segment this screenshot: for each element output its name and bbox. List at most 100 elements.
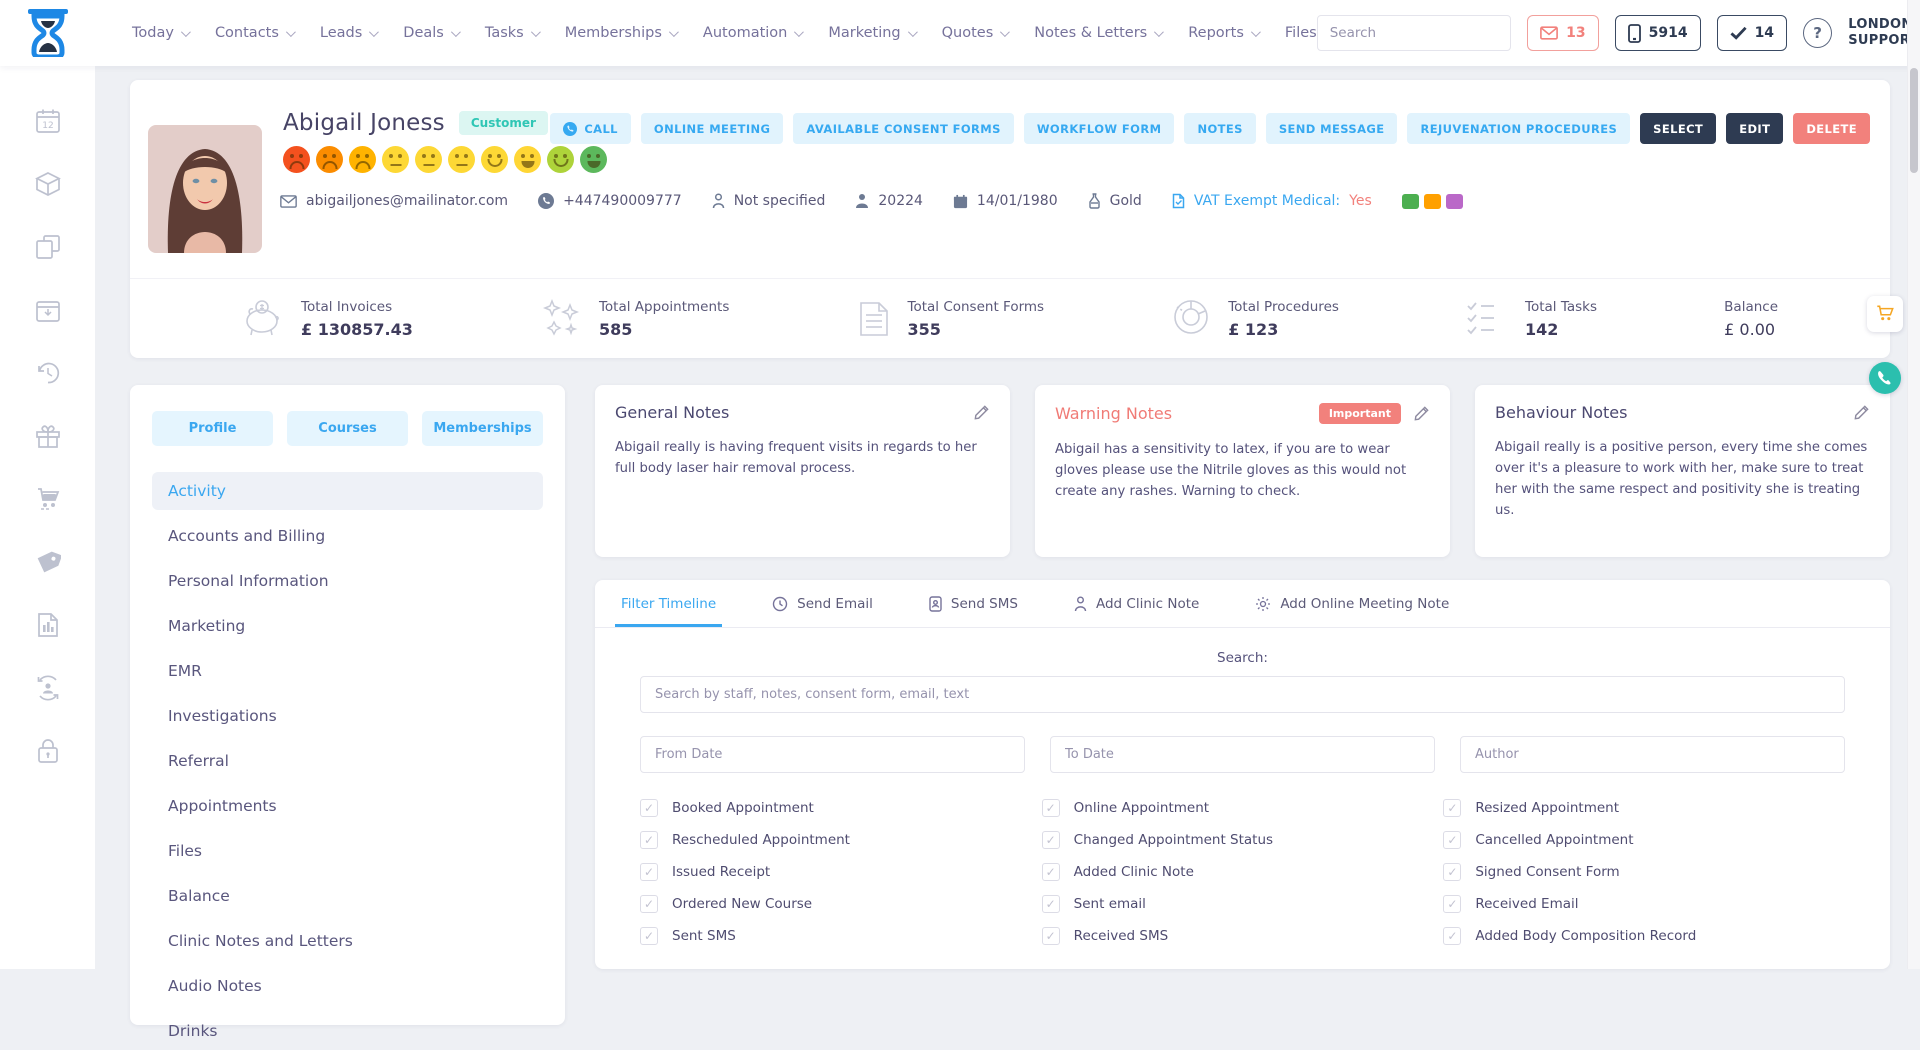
checkbox-checked[interactable] — [1443, 863, 1461, 881]
available-consent-forms-button[interactable]: AVAILABLE CONSENT FORMS — [793, 113, 1013, 144]
checkbox-checked[interactable] — [640, 831, 658, 849]
price-tag-icon[interactable] — [35, 549, 61, 575]
checkbox-checked[interactable] — [1042, 895, 1060, 913]
chart-report-icon[interactable] — [35, 612, 61, 638]
tab-profile[interactable]: Profile — [152, 411, 273, 446]
vat-exempt-medical[interactable]: VAT Exempt Medical: Yes — [1172, 193, 1372, 209]
sidebar-item-marketing[interactable]: Marketing — [152, 607, 543, 645]
sidebar-item-balance[interactable]: Balance — [152, 877, 543, 915]
select-button[interactable]: SELECT — [1640, 113, 1716, 144]
mood-face-9-icon[interactable] — [547, 146, 574, 173]
checkbox-checked[interactable] — [1443, 831, 1461, 849]
sidebar-item-appointments[interactable]: Appointments — [152, 787, 543, 825]
nav-item-files[interactable]: Files — [1285, 25, 1317, 41]
nav-item-tasks[interactable]: Tasks — [485, 25, 538, 41]
mail-notifications-button[interactable]: 13 — [1527, 15, 1598, 51]
delete-button[interactable]: DELETE — [1793, 113, 1870, 144]
checkbox-checked[interactable] — [640, 863, 658, 881]
timeline-search-input[interactable] — [640, 676, 1845, 713]
checkbox-checked[interactable] — [1042, 863, 1060, 881]
nav-item-quotes[interactable]: Quotes — [942, 25, 1008, 41]
mood-face-8-icon[interactable] — [514, 146, 541, 173]
label-square-orange[interactable] — [1424, 194, 1441, 209]
label-square-purple[interactable] — [1446, 194, 1463, 209]
from-date-input[interactable] — [640, 736, 1025, 773]
mood-face-2-icon[interactable] — [316, 146, 343, 173]
nav-item-contacts[interactable]: Contacts — [215, 25, 293, 41]
checkbox-checked[interactable] — [1443, 895, 1461, 913]
sidebar-item-accounts-and-billing[interactable]: Accounts and Billing — [152, 517, 543, 555]
mood-face-6-icon[interactable] — [448, 146, 475, 173]
sidebar-item-activity[interactable]: Activity — [152, 472, 543, 510]
mood-face-3-icon[interactable] — [349, 146, 376, 173]
gift-icon[interactable] — [35, 423, 61, 449]
tab-send-email[interactable]: Send Email — [772, 580, 873, 627]
search-input[interactable] — [1318, 25, 1511, 41]
floating-call-support-button[interactable] — [1869, 362, 1901, 394]
calendar-icon[interactable]: 12 — [35, 108, 61, 134]
sidebar-item-drinks[interactable]: Drinks — [152, 1012, 543, 1050]
send-message-button[interactable]: SEND MESSAGE — [1266, 113, 1398, 144]
mood-face-5-icon[interactable] — [415, 146, 442, 173]
nav-item-notes-letters[interactable]: Notes & Letters — [1034, 25, 1161, 41]
client-email[interactable]: abigailjones@mailinator.com — [280, 193, 508, 209]
rejuvenation-procedures-button[interactable]: REJUVENATION PROCEDURES — [1407, 113, 1630, 144]
calendar-check-icon[interactable] — [35, 297, 61, 323]
floating-cart-button[interactable] — [1867, 296, 1903, 332]
call-button[interactable]: CALL — [550, 113, 631, 144]
checkbox-checked[interactable] — [640, 895, 658, 913]
edit-pencil-icon[interactable] — [973, 404, 990, 421]
package-icon[interactable] — [35, 171, 61, 197]
mood-face-4-icon[interactable] — [382, 146, 409, 173]
author-input[interactable] — [1460, 736, 1845, 773]
tab-filter-timeline[interactable]: Filter Timeline — [621, 580, 716, 627]
cart-icon[interactable] — [35, 486, 61, 512]
online-meeting-button[interactable]: ONLINE MEETING — [641, 113, 783, 144]
sidebar-item-audio-notes[interactable]: Audio Notes — [152, 967, 543, 1005]
user-sync-icon[interactable] — [35, 675, 61, 701]
tab-send-sms[interactable]: Send SMS — [929, 580, 1018, 627]
checkbox-checked[interactable] — [1042, 799, 1060, 817]
checkbox-checked[interactable] — [1042, 927, 1060, 945]
mood-face-7-icon[interactable] — [481, 146, 508, 173]
mood-face-1-icon[interactable] — [283, 146, 310, 173]
tab-courses[interactable]: Courses — [287, 411, 408, 446]
checkbox-checked[interactable] — [1443, 927, 1461, 945]
checkbox-checked[interactable] — [1042, 831, 1060, 849]
windows-copy-icon[interactable] — [35, 234, 61, 260]
nav-item-memberships[interactable]: Memberships — [565, 25, 676, 41]
notes-button[interactable]: NOTES — [1184, 113, 1255, 144]
to-date-input[interactable] — [1050, 736, 1435, 773]
lock-icon[interactable] — [35, 738, 61, 764]
tab-memberships[interactable]: Memberships — [422, 411, 543, 446]
sidebar-item-referral[interactable]: Referral — [152, 742, 543, 780]
nav-item-leads[interactable]: Leads — [320, 25, 376, 41]
sms-credits-button[interactable]: 5914 — [1615, 15, 1701, 51]
nav-item-marketing[interactable]: Marketing — [828, 25, 914, 41]
app-logo-hourglass-icon[interactable] — [26, 9, 70, 57]
workflow-form-button[interactable]: WORKFLOW FORM — [1024, 113, 1175, 144]
checkbox-checked[interactable] — [640, 927, 658, 945]
label-square-green[interactable] — [1402, 194, 1419, 209]
edit-button[interactable]: EDIT — [1726, 113, 1783, 144]
scrollbar-thumb[interactable] — [1910, 68, 1918, 173]
client-photo[interactable] — [148, 125, 262, 253]
sidebar-item-personal-information[interactable]: Personal Information — [152, 562, 543, 600]
checkbox-checked[interactable] — [1443, 799, 1461, 817]
history-icon[interactable] — [35, 360, 61, 386]
sidebar-item-files[interactable]: Files — [152, 832, 543, 870]
help-icon[interactable]: ? — [1803, 18, 1832, 48]
nav-item-today[interactable]: Today — [132, 25, 188, 41]
tasks-done-button[interactable]: 14 — [1717, 15, 1787, 51]
nav-item-automation[interactable]: Automation — [703, 25, 801, 41]
sidebar-item-clinic-notes-and-letters[interactable]: Clinic Notes and Letters — [152, 922, 543, 960]
edit-pencil-icon[interactable] — [1853, 404, 1870, 421]
nav-item-deals[interactable]: Deals — [403, 25, 458, 41]
nav-item-reports[interactable]: Reports — [1188, 25, 1258, 41]
page-scrollbar[interactable] — [1907, 0, 1920, 969]
edit-pencil-icon[interactable] — [1413, 405, 1430, 422]
tab-add-clinic-note[interactable]: Add Clinic Note — [1074, 580, 1199, 627]
client-phone[interactable]: +447490009777 — [538, 193, 682, 209]
tab-add-online-meeting-note[interactable]: Add Online Meeting Note — [1255, 580, 1449, 627]
sidebar-item-emr[interactable]: EMR — [152, 652, 543, 690]
